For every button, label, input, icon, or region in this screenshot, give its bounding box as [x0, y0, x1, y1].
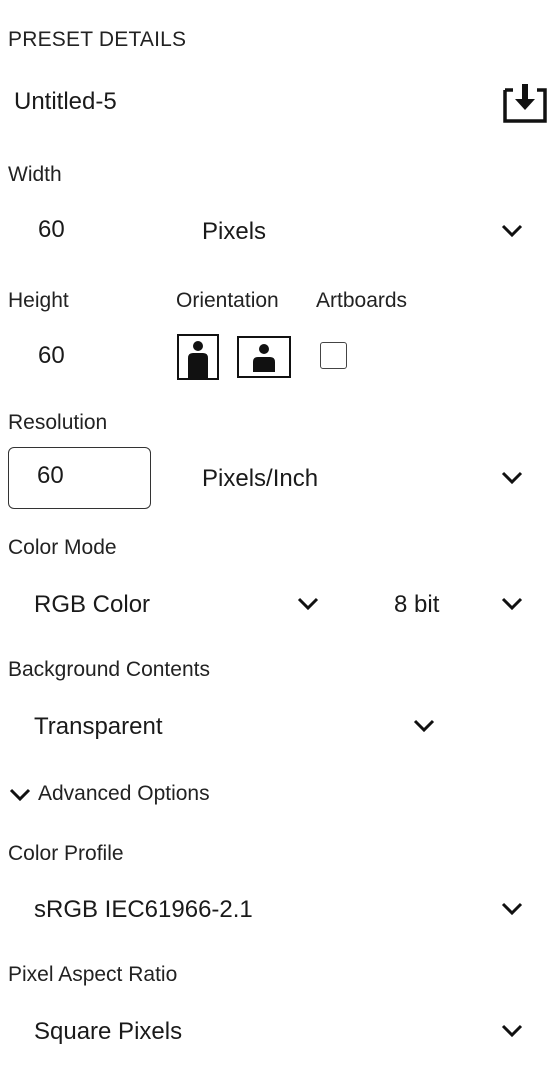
portrait-orientation-button[interactable]: [177, 334, 219, 380]
color-mode-label: Color Mode: [8, 536, 117, 559]
save-preset-button[interactable]: [502, 82, 548, 124]
width-unit-chevron-down-icon[interactable]: [501, 224, 523, 238]
color-mode-select[interactable]: RGB Color: [34, 591, 150, 619]
pixel-aspect-chevron-down-icon[interactable]: [501, 1024, 523, 1038]
advanced-options-toggle[interactable]: Advanced Options: [38, 782, 210, 806]
save-preset-icon: [503, 84, 547, 123]
background-chevron-down-icon[interactable]: [413, 719, 435, 733]
bit-depth-chevron-down-icon[interactable]: [501, 597, 523, 611]
width-input[interactable]: 60: [38, 216, 65, 244]
portrait-icon: [188, 341, 208, 378]
background-contents-label: Background Contents: [8, 658, 210, 681]
section-title: PRESET DETAILS: [8, 28, 187, 51]
bit-depth-select[interactable]: 8 bit: [394, 591, 439, 619]
resolution-unit-select[interactable]: Pixels/Inch: [202, 465, 318, 493]
artboards-label: Artboards: [316, 289, 408, 312]
resolution-unit-chevron-down-icon[interactable]: [501, 471, 523, 485]
artboards-checkbox[interactable]: [320, 342, 347, 369]
background-contents-select[interactable]: Transparent: [34, 713, 163, 741]
pixel-aspect-ratio-label: Pixel Aspect Ratio: [8, 963, 178, 986]
preset-name[interactable]: Untitled-5: [14, 88, 117, 116]
advanced-chevron-down-icon[interactable]: [9, 788, 31, 802]
color-profile-label: Color Profile: [8, 842, 124, 865]
width-unit-select[interactable]: Pixels: [202, 218, 266, 246]
landscape-orientation-button[interactable]: [237, 336, 291, 378]
color-profile-select[interactable]: sRGB IEC61966-2.1: [34, 896, 253, 924]
orientation-label: Orientation: [176, 289, 279, 312]
width-label: Width: [8, 163, 62, 186]
resolution-field[interactable]: [8, 447, 151, 509]
height-input[interactable]: 60: [38, 342, 65, 370]
height-label: Height: [8, 289, 69, 312]
resolution-input[interactable]: [37, 462, 137, 490]
color-profile-chevron-down-icon[interactable]: [501, 902, 523, 916]
pixel-aspect-ratio-select[interactable]: Square Pixels: [34, 1018, 182, 1046]
landscape-icon: [253, 344, 275, 372]
color-mode-chevron-down-icon[interactable]: [297, 597, 319, 611]
resolution-label: Resolution: [8, 411, 108, 434]
